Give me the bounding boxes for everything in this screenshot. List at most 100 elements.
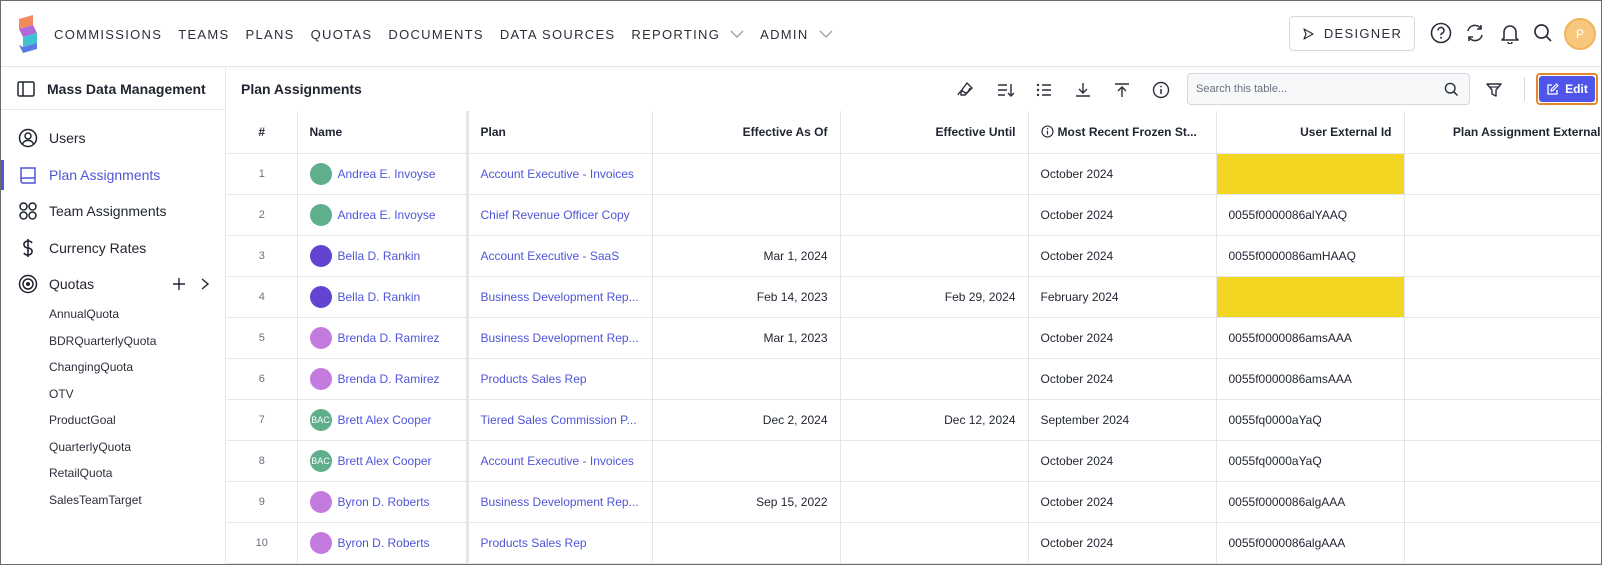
effective-until-cell[interactable]: [840, 440, 1029, 482]
help-icon[interactable]: [1429, 21, 1453, 45]
edit-columns-icon[interactable]: [954, 79, 976, 101]
nav-item-teams[interactable]: TEAMS: [178, 27, 229, 42]
user-name-link[interactable]: Brenda D. Ramirez: [338, 372, 440, 386]
effective-as-of-cell[interactable]: Sep 15, 2022: [652, 481, 841, 523]
nav-item-commissions[interactable]: COMMISSIONS: [54, 27, 162, 42]
name-cell[interactable]: Byron D. Roberts: [297, 481, 469, 523]
user-external-id-cell[interactable]: 0055f0000086amsAAA: [1216, 317, 1405, 359]
name-cell[interactable]: BAC Brett Alex Cooper: [297, 440, 469, 482]
user-name-link[interactable]: Brett Alex Cooper: [338, 454, 432, 468]
plan-link[interactable]: Products Sales Rep: [467, 522, 653, 564]
user-external-id-cell[interactable]: [1216, 276, 1405, 318]
sort-icon[interactable]: [994, 79, 1016, 101]
column-header-effective-until[interactable]: Effective Until: [840, 111, 1029, 154]
plan-assignment-external-id-cell[interactable]: [1404, 153, 1601, 195]
column-header-user-external-id[interactable]: User External Id: [1216, 111, 1405, 154]
column-header-name[interactable]: Name: [297, 111, 469, 154]
column-header-plan[interactable]: Plan: [467, 111, 653, 154]
user-name-link[interactable]: Brenda D. Ramirez: [338, 331, 440, 345]
nav-item-data-sources[interactable]: DATA SOURCES: [500, 27, 616, 42]
table-row[interactable]: 5 Brenda D. Ramirez Business Development R…: [227, 317, 1601, 359]
plan-link[interactable]: Account Executive - SaaS: [467, 235, 653, 277]
column-header-number[interactable]: #: [227, 111, 298, 154]
user-external-id-cell[interactable]: 0055f0000086algAAA: [1216, 522, 1405, 564]
sidebar-item-currency-rates[interactable]: Currency Rates: [1, 233, 226, 263]
app-logo-icon[interactable]: [15, 15, 41, 53]
column-header-plan-assignment-external-id[interactable]: Plan Assignment External Id: [1404, 111, 1601, 154]
plan-link[interactable]: Account Executive - Invoices: [467, 440, 653, 482]
user-name-link[interactable]: Brett Alex Cooper: [338, 413, 432, 427]
effective-as-of-cell[interactable]: [652, 194, 841, 236]
effective-as-of-cell[interactable]: [652, 440, 841, 482]
plan-link[interactable]: Account Executive - Invoices: [467, 153, 653, 195]
name-cell[interactable]: Andrea E. Invoyse: [297, 194, 469, 236]
plan-link[interactable]: Tiered Sales Commission P...: [467, 399, 653, 441]
user-external-id-cell[interactable]: 0055f0000086amsAAA: [1216, 358, 1405, 400]
quota-item[interactable]: OTV: [49, 387, 74, 401]
user-external-id-cell[interactable]: 0055fq0000aYaQ: [1216, 399, 1405, 441]
plan-link[interactable]: Products Sales Rep: [467, 358, 653, 400]
quota-item[interactable]: ProductGoal: [49, 413, 116, 427]
name-cell[interactable]: BAC Brett Alex Cooper: [297, 399, 469, 441]
table-row[interactable]: 9 Byron D. Roberts Business Development Re…: [227, 481, 1601, 523]
add-icon[interactable]: [172, 277, 186, 291]
effective-until-cell[interactable]: Dec 12, 2024: [840, 399, 1029, 441]
quota-item[interactable]: SalesTeamTarget: [49, 493, 142, 507]
effective-as-of-cell[interactable]: [652, 358, 841, 400]
effective-as-of-cell[interactable]: Mar 1, 2024: [652, 235, 841, 277]
search-icon[interactable]: [1444, 82, 1459, 97]
plan-link[interactable]: Business Development Rep...: [467, 276, 653, 318]
plan-assignment-external-id-cell[interactable]: [1404, 522, 1601, 564]
effective-as-of-cell[interactable]: [652, 153, 841, 195]
frozen-statement-cell[interactable]: September 2024: [1028, 399, 1217, 441]
name-cell[interactable]: Bella D. Rankin: [297, 276, 469, 318]
download-icon[interactable]: [1072, 79, 1094, 101]
frozen-statement-cell[interactable]: October 2024: [1028, 194, 1217, 236]
name-cell[interactable]: Brenda D. Ramirez: [297, 358, 469, 400]
plan-assignment-external-id-cell[interactable]: [1404, 235, 1601, 277]
plan-link[interactable]: Business Development Rep...: [467, 317, 653, 359]
quota-item[interactable]: BDRQuarterlyQuota: [49, 334, 156, 348]
frozen-statement-cell[interactable]: October 2024: [1028, 481, 1217, 523]
sidebar-item-team-assignments[interactable]: Team Assignments: [1, 196, 226, 226]
plan-assignment-external-id-cell[interactable]: [1404, 481, 1601, 523]
user-name-link[interactable]: Andrea E. Invoyse: [338, 167, 436, 181]
upload-icon[interactable]: [1111, 79, 1133, 101]
table-row[interactable]: 2 Andrea E. Invoyse Chief Revenue Officer …: [227, 194, 1601, 236]
user-name-link[interactable]: Byron D. Roberts: [338, 536, 430, 550]
effective-until-cell[interactable]: [840, 481, 1029, 523]
effective-until-cell[interactable]: [840, 358, 1029, 400]
user-name-link[interactable]: Byron D. Roberts: [338, 495, 430, 509]
column-header-frozen-statement[interactable]: Most Recent Frozen St...: [1028, 111, 1217, 154]
frozen-statement-cell[interactable]: October 2024: [1028, 440, 1217, 482]
effective-until-cell[interactable]: [840, 153, 1029, 195]
user-name-link[interactable]: Andrea E. Invoyse: [338, 208, 436, 222]
plan-assignment-external-id-cell[interactable]: [1404, 358, 1601, 400]
name-cell[interactable]: Byron D. Roberts: [297, 522, 469, 564]
user-external-id-cell[interactable]: 0055f0000086algAAA: [1216, 481, 1405, 523]
table-row[interactable]: 4 Bella D. Rankin Business Development Rep…: [227, 276, 1601, 318]
quota-item[interactable]: QuarterlyQuota: [49, 440, 131, 454]
nav-item-quotas[interactable]: QUOTAS: [311, 27, 373, 42]
info-icon[interactable]: [1150, 79, 1172, 101]
user-external-id-cell[interactable]: 0055f0000086alYAAQ: [1216, 194, 1405, 236]
nav-item-reporting[interactable]: REPORTING: [631, 27, 744, 42]
plan-assignment-external-id-cell[interactable]: [1404, 276, 1601, 318]
search-input[interactable]: [1196, 83, 1436, 95]
plan-assignment-external-id-cell[interactable]: [1404, 194, 1601, 236]
table-row[interactable]: 7 BAC Brett Alex Cooper Tiered Sales Commis…: [227, 399, 1601, 441]
frozen-statement-cell[interactable]: October 2024: [1028, 153, 1217, 195]
plan-assignment-external-id-cell[interactable]: [1404, 440, 1601, 482]
chevron-right-icon[interactable]: [200, 277, 210, 291]
effective-until-cell[interactable]: [840, 194, 1029, 236]
table-row[interactable]: 10 Byron D. Roberts Products Sales Rep Octo…: [227, 522, 1601, 564]
name-cell[interactable]: Andrea E. Invoyse: [297, 153, 469, 195]
frozen-statement-cell[interactable]: October 2024: [1028, 522, 1217, 564]
refresh-icon[interactable]: [1463, 21, 1487, 45]
plan-assignment-external-id-cell[interactable]: [1404, 317, 1601, 359]
designer-button[interactable]: DESIGNER: [1289, 16, 1415, 51]
quota-item[interactable]: RetailQuota: [49, 466, 112, 480]
nav-item-documents[interactable]: DOCUMENTS: [388, 27, 483, 42]
nav-item-plans[interactable]: PLANS: [246, 27, 295, 42]
nav-item-admin[interactable]: ADMIN: [760, 27, 832, 42]
